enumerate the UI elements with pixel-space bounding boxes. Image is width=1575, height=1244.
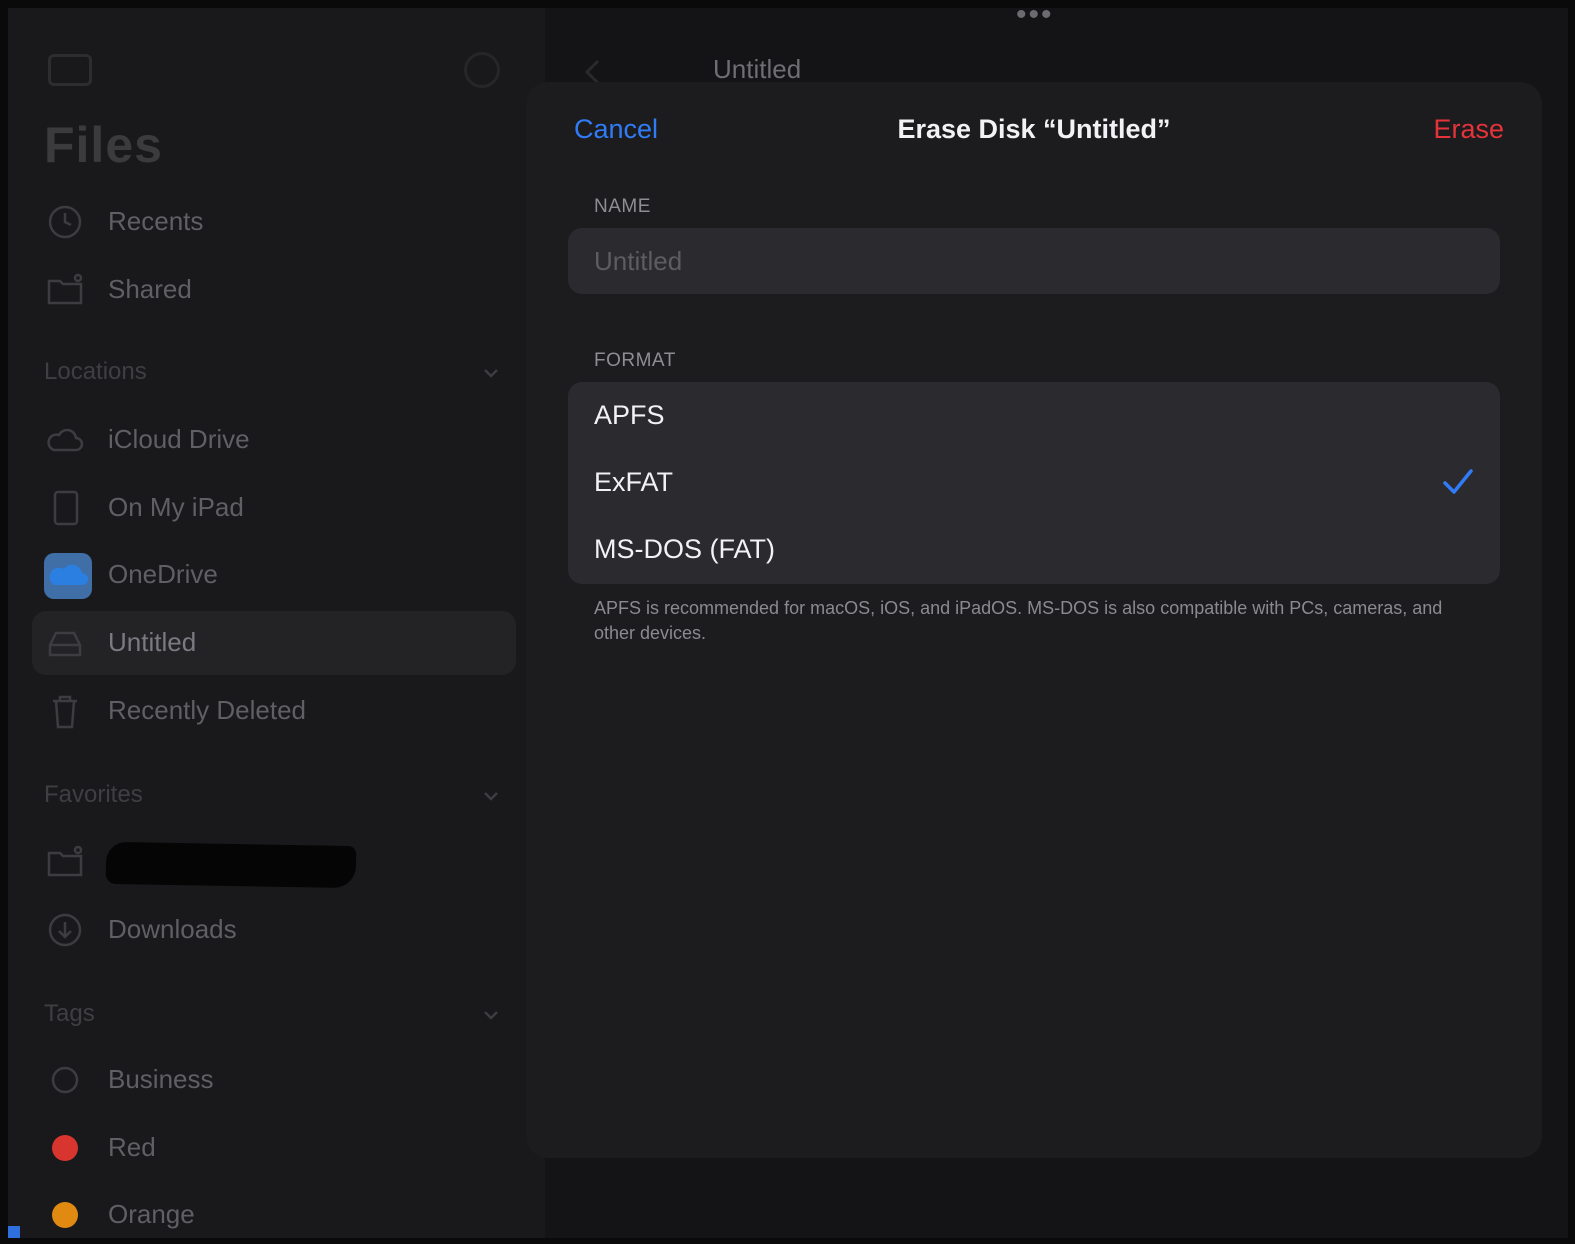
sidebar-item-label: Downloads — [108, 914, 237, 944]
format-option-exfat[interactable]: ExFAT — [568, 449, 1500, 516]
name-section-header: NAME — [594, 196, 651, 217]
format-option-ms-dos[interactable]: MS-DOS (FAT) — [568, 516, 1500, 583]
section-header-locations: Locations — [44, 358, 147, 385]
format-section-header: FORMAT — [594, 350, 676, 371]
sidebar-item-label: Business — [108, 1064, 214, 1094]
sidebar-item-recents[interactable]: Recents — [32, 190, 516, 254]
shared-folder-icon — [47, 845, 83, 877]
chevron-down-icon[interactable] — [482, 1006, 500, 1024]
sidebar-item-label: Orange — [108, 1199, 195, 1229]
format-option-apfs[interactable]: APFS — [568, 382, 1500, 449]
name-field[interactable] — [568, 228, 1500, 294]
ipad-icon — [53, 490, 79, 526]
chevron-down-icon[interactable] — [482, 787, 500, 805]
sidebar-item-label: iCloud Drive — [108, 424, 250, 454]
sidebar-item-label: On My iPad — [108, 492, 244, 522]
cloud-icon — [47, 428, 84, 452]
sidebar-item-icloud-drive[interactable]: iCloud Drive — [32, 408, 516, 472]
sidebar-item-on-my-ipad[interactable]: On My iPad — [32, 476, 516, 540]
sidebar: Files Recents Shared Locations iCloud Dr… — [8, 8, 545, 1238]
shared-folder-icon — [47, 273, 83, 305]
tag-red-dot-icon — [52, 1135, 78, 1161]
erase-disk-sheet: Cancel Erase Disk “Untitled” Erase NAME … — [526, 82, 1542, 1158]
sidebar-item-tag-orange[interactable]: Orange — [32, 1183, 516, 1238]
format-option-label: APFS — [594, 400, 665, 430]
sidebar-item-recently-deleted[interactable]: Recently Deleted — [32, 679, 516, 743]
format-option-label: MS-DOS (FAT) — [594, 534, 775, 564]
external-drive-icon — [48, 631, 82, 657]
sidebar-item-tag-red[interactable]: Red — [32, 1116, 516, 1180]
sidebar-item-label: Red — [108, 1132, 156, 1162]
sheet-title: Erase Disk “Untitled” — [897, 114, 1171, 144]
checkmark-icon — [1443, 469, 1473, 494]
clock-icon — [48, 205, 82, 239]
sidebar-item-shared[interactable]: Shared — [32, 258, 516, 322]
sidebar-item-untitled[interactable]: Untitled — [32, 611, 516, 675]
edge-indicator — [8, 1226, 20, 1238]
redacted-label — [105, 841, 357, 889]
format-option-label: ExFAT — [594, 467, 674, 497]
trash-icon — [53, 695, 77, 729]
app-window: Files Recents Shared Locations iCloud Dr… — [8, 8, 1568, 1238]
sidebar-toggle-icon[interactable] — [48, 54, 92, 86]
download-icon — [48, 913, 82, 947]
multitasking-dots-icon[interactable]: ••• — [1016, 8, 1054, 30]
sidebar-item-label: Recently Deleted — [108, 695, 306, 725]
tag-empty-circle-icon — [51, 1066, 79, 1094]
sidebar-title: Files — [44, 117, 163, 173]
sidebar-item-label: OneDrive — [108, 559, 218, 589]
format-footer-note: APFS is recommended for macOS, iOS, and … — [594, 598, 1443, 643]
sidebar-item-label: Shared — [108, 274, 192, 304]
sidebar-item-label: Untitled — [108, 627, 197, 657]
chevron-down-icon[interactable] — [482, 364, 500, 382]
sidebar-item-label: Recents — [108, 206, 204, 236]
section-header-tags: Tags — [44, 1000, 95, 1027]
section-header-favorites: Favorites — [44, 781, 143, 808]
sidebar-item-tag-business[interactable]: Business — [32, 1048, 516, 1112]
more-options-icon[interactable] — [464, 52, 500, 88]
sidebar-item-onedrive[interactable]: OneDrive — [32, 543, 516, 607]
onedrive-icon — [44, 553, 92, 599]
page-title: Untitled — [713, 54, 802, 84]
sidebar-item-downloads[interactable]: Downloads — [32, 898, 516, 962]
erase-button[interactable]: Erase — [1433, 114, 1504, 145]
format-options-list: APFS ExFAT MS-DOS (FAT) — [568, 382, 1500, 584]
tag-orange-dot-icon — [52, 1202, 78, 1228]
